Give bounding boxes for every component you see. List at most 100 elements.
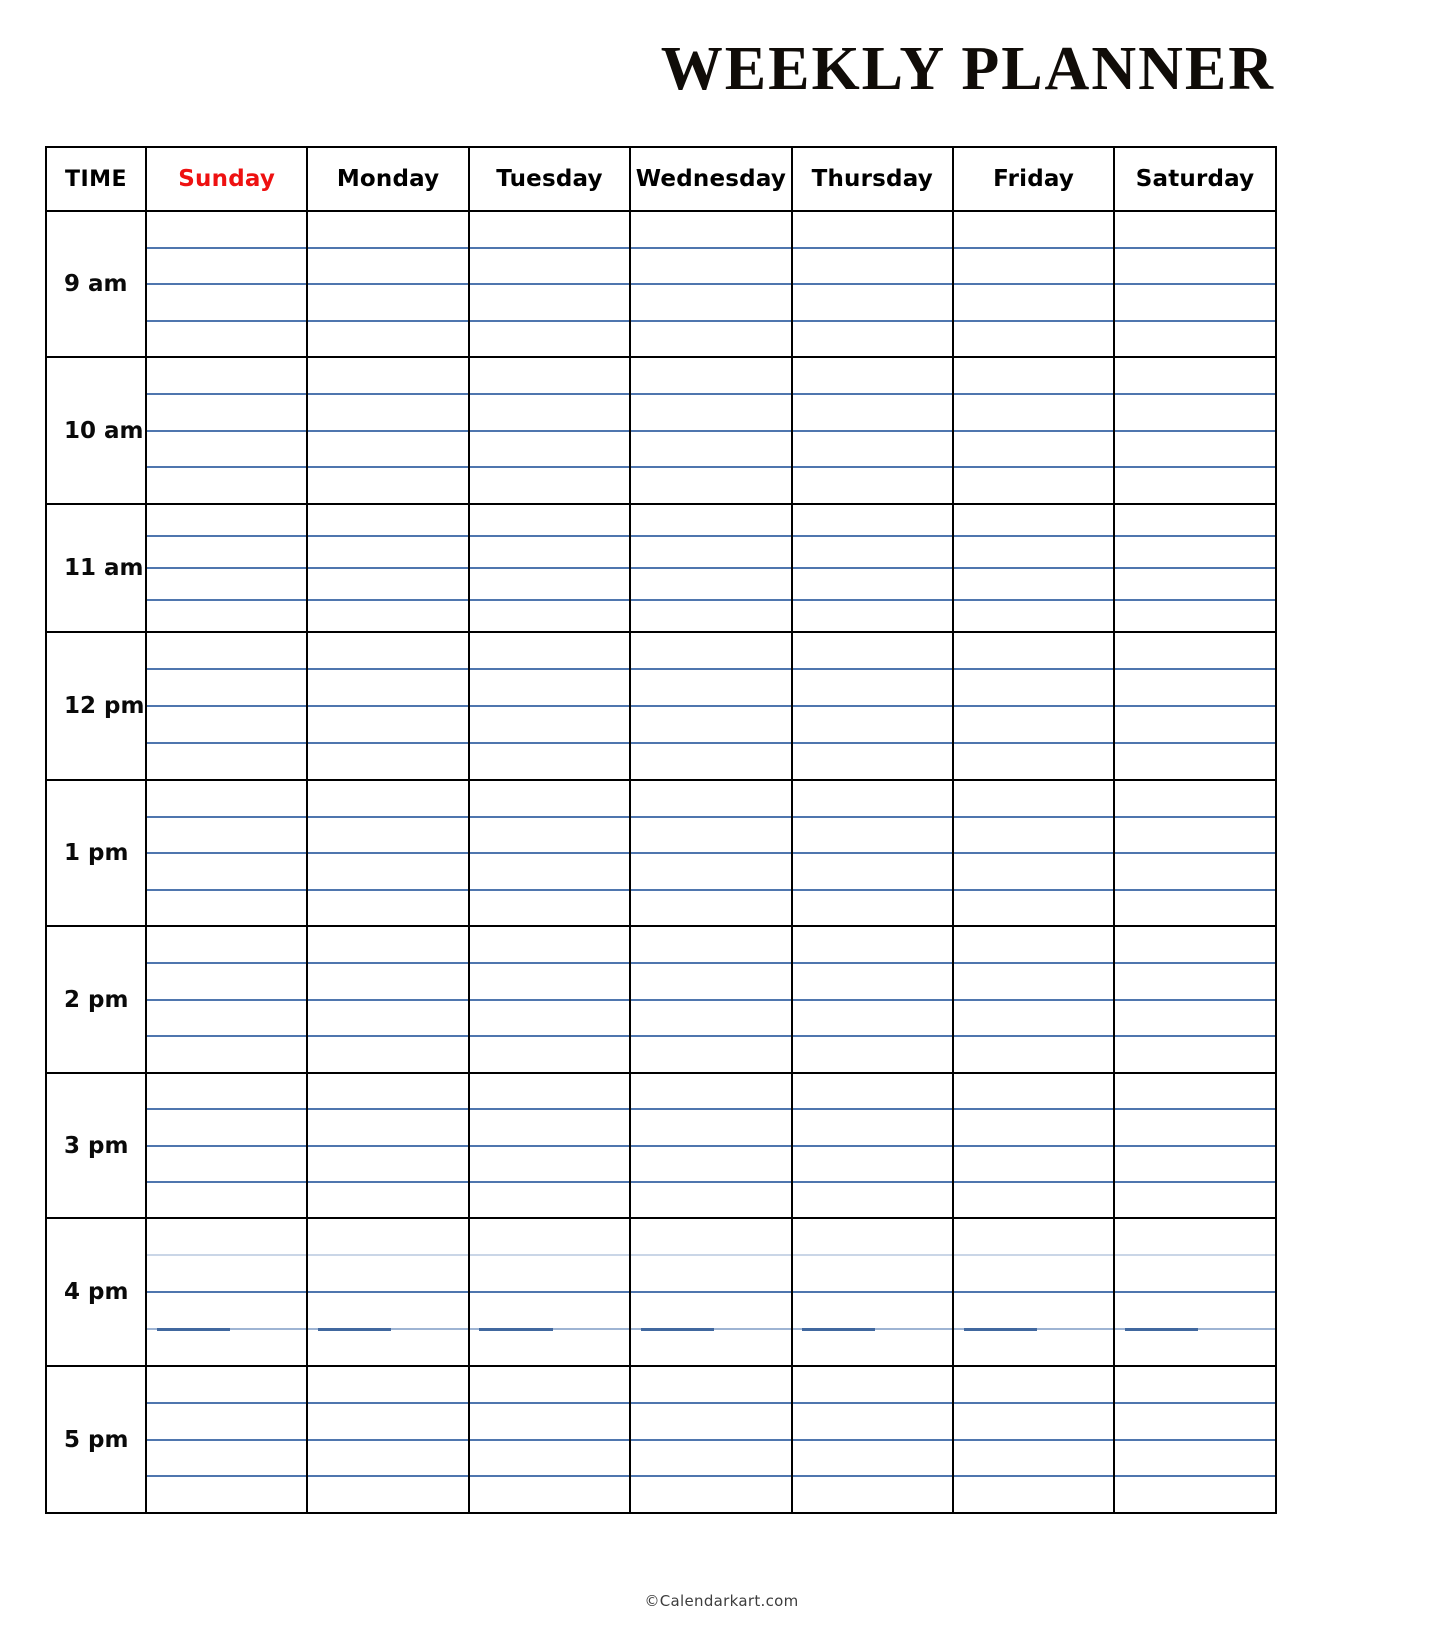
column-header-monday: Monday [306, 146, 470, 212]
ruled-lines [1115, 927, 1275, 1072]
slot-11am-monday[interactable] [306, 503, 470, 633]
time-label-1pm: 1 pm [45, 779, 147, 927]
slot-1pm-tuesday[interactable] [467, 779, 632, 927]
slot-11am-wednesday[interactable] [629, 503, 793, 633]
ruled-lines [953, 505, 1114, 631]
table-row: 9 am [45, 210, 1277, 358]
slot-5pm-sunday[interactable] [144, 1365, 309, 1514]
slot-12pm-friday[interactable] [951, 631, 1116, 781]
slot-12pm-saturday[interactable] [1113, 631, 1277, 781]
slot-2pm-monday[interactable] [306, 925, 470, 1074]
time-label-11am: 11 am [45, 503, 147, 633]
slot-10am-friday[interactable] [951, 356, 1116, 505]
slot-11am-sunday[interactable] [144, 503, 309, 633]
slot-11am-tuesday[interactable] [467, 503, 632, 633]
ruled-lines [308, 358, 468, 503]
ruled-lines [147, 1074, 307, 1217]
slot-2pm-tuesday[interactable] [467, 925, 632, 1074]
table-row: 1 pm [45, 779, 1277, 927]
slot-3pm-friday[interactable] [951, 1072, 1116, 1219]
slot-9am-wednesday[interactable] [629, 210, 793, 358]
slot-1pm-monday[interactable] [306, 779, 470, 927]
slot-3pm-thursday[interactable] [790, 1072, 954, 1219]
header-row: TIME Sunday Monday Tuesday Wednesday Thu… [45, 146, 1277, 212]
ruled-lines [469, 1074, 630, 1217]
slot-12pm-sunday[interactable] [144, 631, 309, 781]
slot-4pm-tuesday[interactable] [467, 1217, 632, 1367]
slot-2pm-thursday[interactable] [790, 925, 954, 1074]
ruled-lines [1115, 633, 1275, 779]
slot-3pm-saturday[interactable] [1113, 1072, 1277, 1219]
slot-3pm-sunday[interactable] [144, 1072, 309, 1219]
column-header-thursday: Thursday [790, 146, 954, 212]
slot-2pm-friday[interactable] [951, 925, 1116, 1074]
ruled-lines [147, 212, 307, 356]
ruled-lines [469, 212, 630, 356]
slot-5pm-monday[interactable] [306, 1365, 470, 1514]
slot-2pm-saturday[interactable] [1113, 925, 1277, 1074]
ruled-lines [792, 358, 952, 503]
slot-3pm-tuesday[interactable] [467, 1072, 632, 1219]
slot-9am-sunday[interactable] [144, 210, 309, 358]
slot-4pm-friday[interactable] [951, 1217, 1116, 1367]
slot-5pm-thursday[interactable] [790, 1365, 954, 1514]
slot-10am-sunday[interactable] [144, 356, 309, 505]
ruled-lines [469, 633, 630, 779]
slot-5pm-saturday[interactable] [1113, 1365, 1277, 1514]
ruled-lines [1115, 781, 1275, 925]
slot-10am-monday[interactable] [306, 356, 470, 505]
slot-9am-tuesday[interactable] [467, 210, 632, 358]
slot-3pm-monday[interactable] [306, 1072, 470, 1219]
slot-1pm-sunday[interactable] [144, 779, 309, 927]
slot-12pm-thursday[interactable] [790, 631, 954, 781]
table-row: 11 am [45, 503, 1277, 633]
slot-10am-thursday[interactable] [790, 356, 954, 505]
slot-5pm-wednesday[interactable] [629, 1365, 793, 1514]
ruled-lines [147, 927, 307, 1072]
slot-11am-thursday[interactable] [790, 503, 954, 633]
ruled-lines [953, 633, 1114, 779]
slot-12pm-tuesday[interactable] [467, 631, 632, 781]
slot-1pm-thursday[interactable] [790, 779, 954, 927]
slot-4pm-wednesday[interactable] [629, 1217, 793, 1367]
ruled-lines [631, 505, 791, 631]
ruled-lines [308, 505, 468, 631]
slot-12pm-monday[interactable] [306, 631, 470, 781]
slot-1pm-saturday[interactable] [1113, 779, 1277, 927]
slot-11am-saturday[interactable] [1113, 503, 1277, 633]
slot-9am-thursday[interactable] [790, 210, 954, 358]
ruled-lines [631, 633, 791, 779]
ruled-lines [631, 927, 791, 1072]
ruled-lines [308, 927, 468, 1072]
slot-10am-saturday[interactable] [1113, 356, 1277, 505]
slot-11am-friday[interactable] [951, 503, 1116, 633]
planner-header: TIME Sunday Monday Tuesday Wednesday Thu… [45, 146, 1277, 212]
slot-2pm-wednesday[interactable] [629, 925, 793, 1074]
slot-10am-wednesday[interactable] [629, 356, 793, 505]
ruled-lines [308, 633, 468, 779]
slot-4pm-sunday[interactable] [144, 1217, 309, 1367]
slot-1pm-wednesday[interactable] [629, 779, 793, 927]
slot-1pm-friday[interactable] [951, 779, 1116, 927]
slot-4pm-saturday[interactable] [1113, 1217, 1277, 1367]
ruled-lines [469, 505, 630, 631]
slot-2pm-sunday[interactable] [144, 925, 309, 1074]
slot-4pm-monday[interactable] [306, 1217, 470, 1367]
slot-5pm-tuesday[interactable] [467, 1365, 632, 1514]
ruled-lines [147, 633, 307, 779]
slot-12pm-wednesday[interactable] [629, 631, 793, 781]
footer-credit: ©Calendarkart.com [644, 1592, 799, 1610]
ruled-lines [953, 781, 1114, 925]
slot-4pm-thursday[interactable] [790, 1217, 954, 1367]
ruled-lines [469, 1219, 630, 1365]
slot-5pm-friday[interactable] [951, 1365, 1116, 1514]
ruled-lines [631, 1367, 791, 1512]
slot-9am-saturday[interactable] [1113, 210, 1277, 358]
ruled-lines [147, 1367, 307, 1512]
ruled-lines [792, 1074, 952, 1217]
slot-9am-monday[interactable] [306, 210, 470, 358]
slot-10am-tuesday[interactable] [467, 356, 632, 505]
ruled-lines [469, 781, 630, 925]
slot-3pm-wednesday[interactable] [629, 1072, 793, 1219]
slot-9am-friday[interactable] [951, 210, 1116, 358]
